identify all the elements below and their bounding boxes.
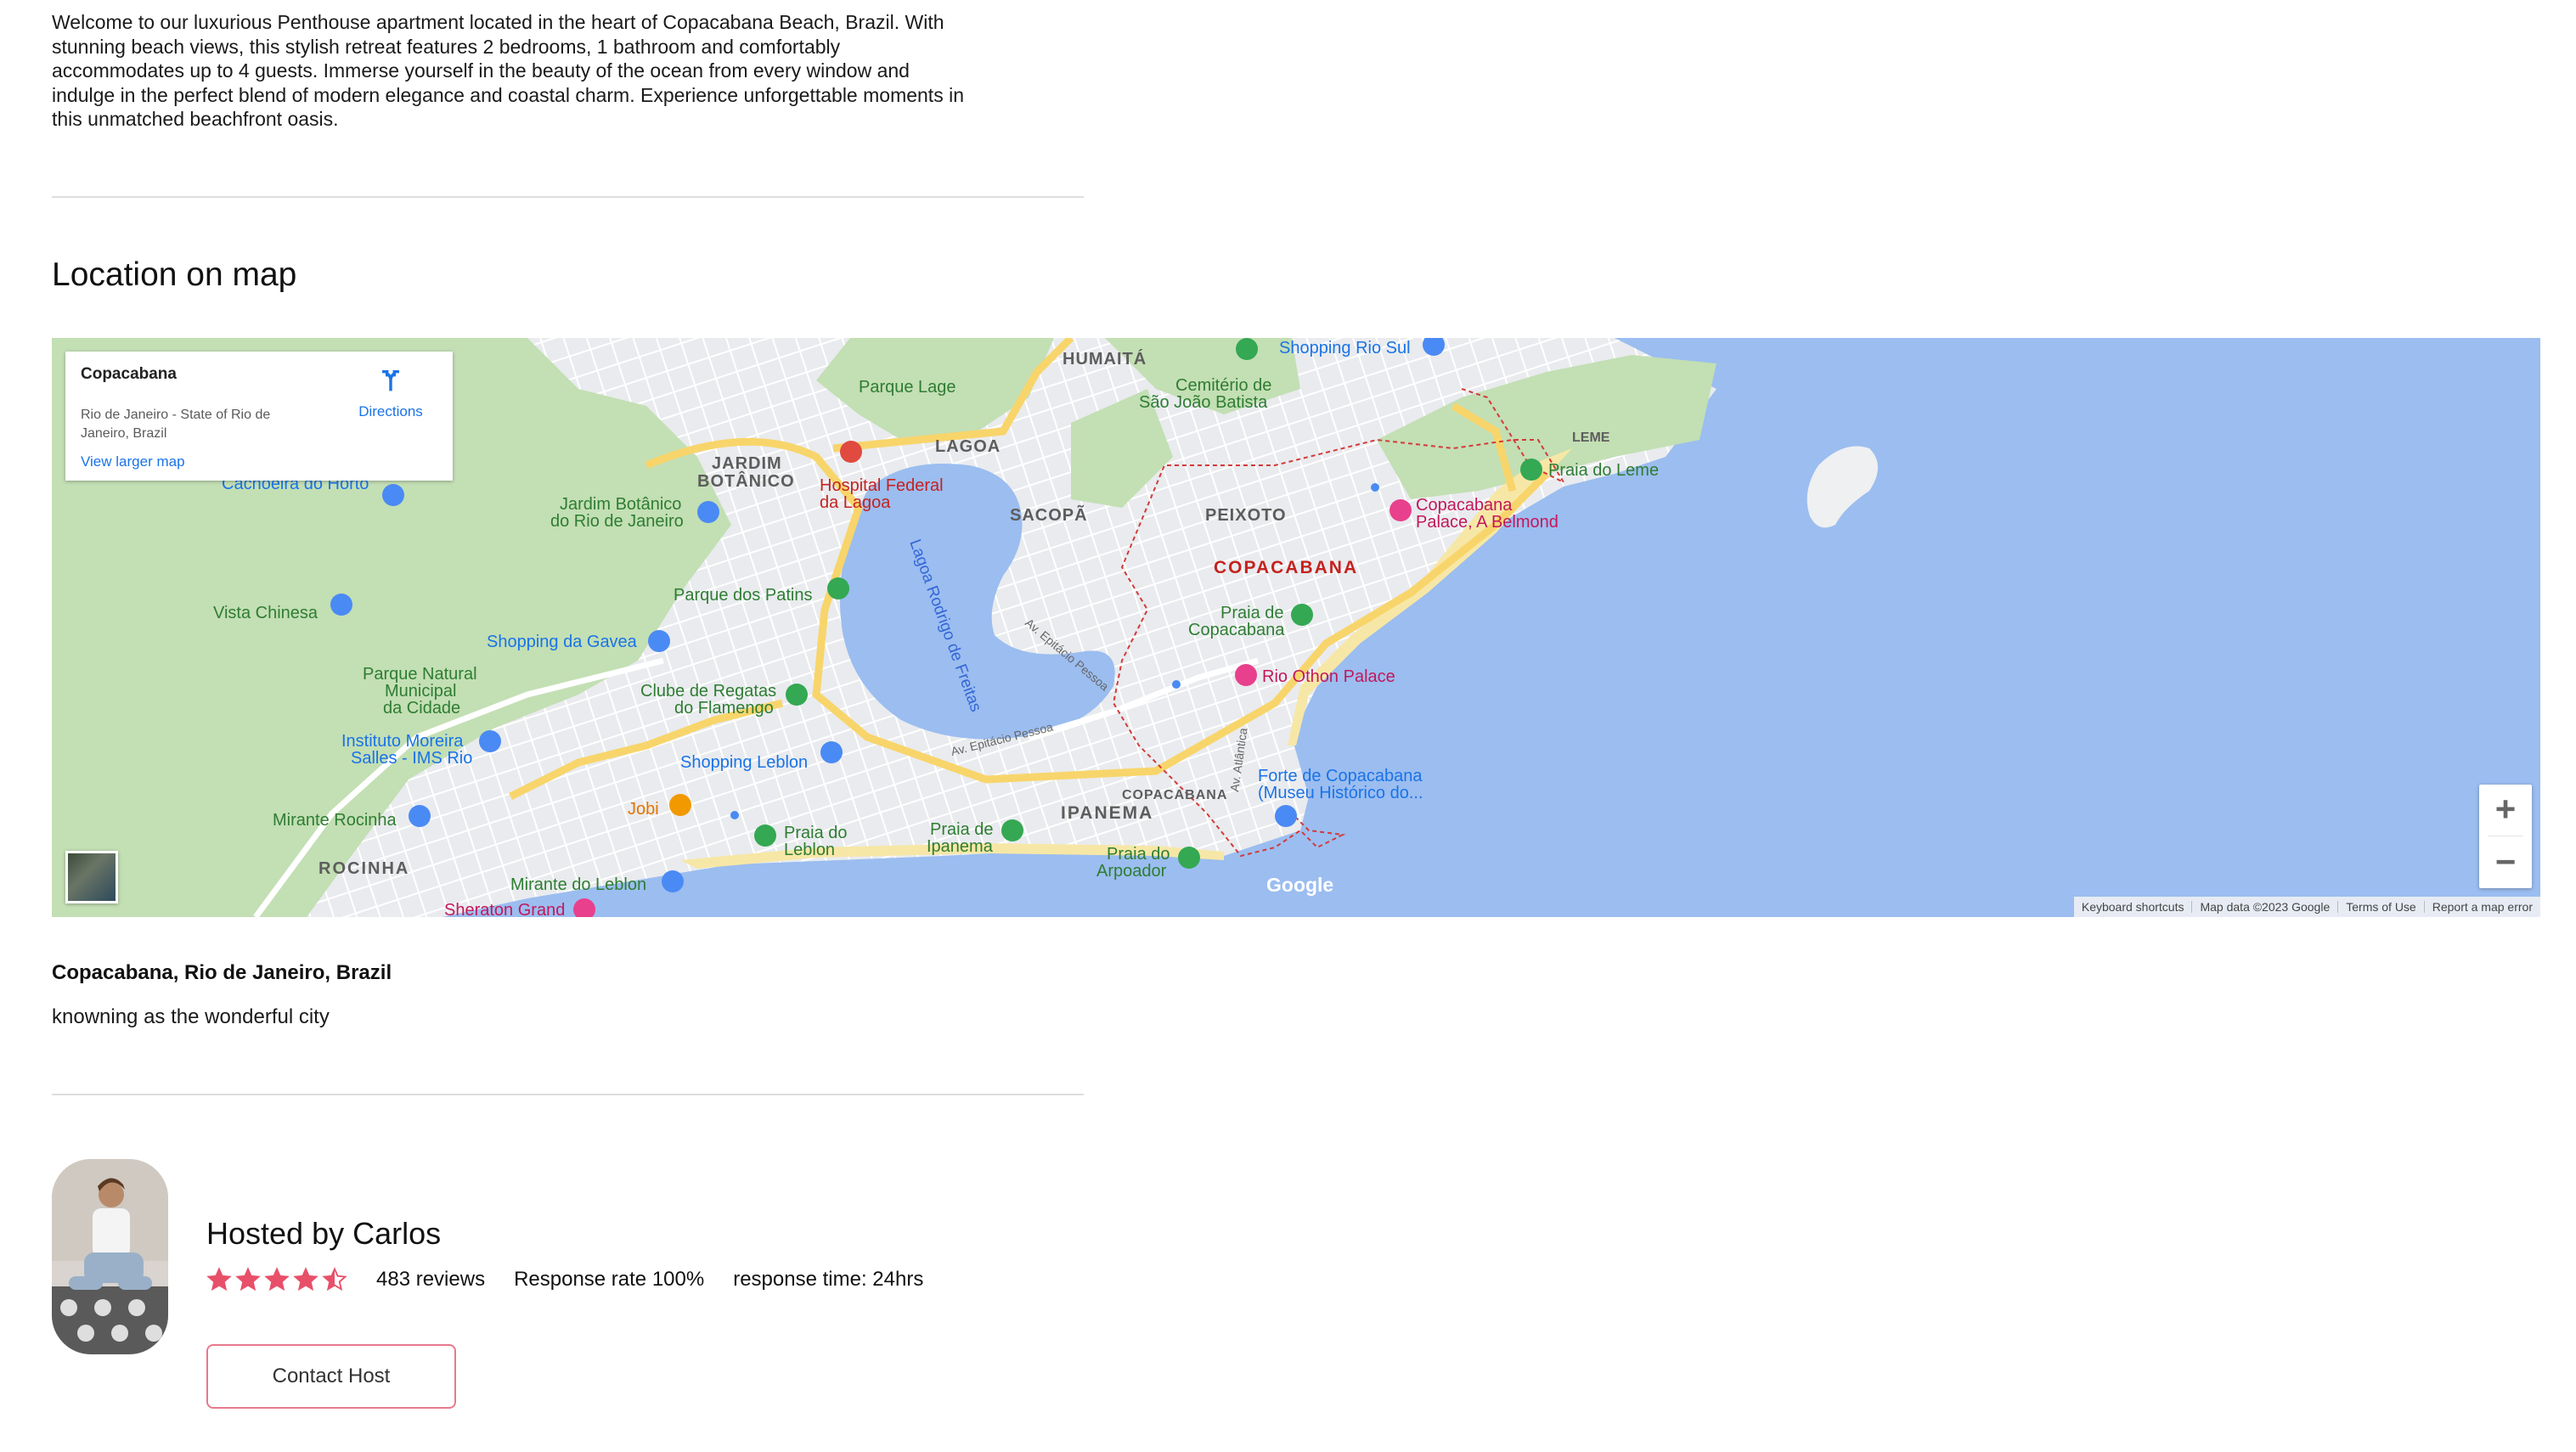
map-attribution: Keyboard shortcuts Map data ©2023 Google… [2073,897,2540,917]
map-label: Praia do [1107,845,1170,864]
map-label: Parque Lage [859,378,956,397]
host-stats: 483 reviews Response rate 100% response … [206,1265,952,1294]
location-subtitle: knowning as the wonderful city [52,1005,330,1028]
map-label: Praia do [784,824,848,842]
map-label: do Rio de Janeiro [550,512,684,531]
map-label: COPACABANA [1214,558,1358,577]
map-label: LEME [1572,431,1610,445]
star-icon [293,1267,318,1292]
map-label: Salles - IMS Rio [351,749,472,768]
map-label: Leblon [784,841,835,859]
map-label: Shopping Rio Sul [1279,339,1411,357]
map-label: Praia do Leme [1548,461,1659,480]
map-label: LAGOA [935,437,1001,456]
map-label: Vista Chinesa [213,604,318,622]
host-name: Hosted by Carlos [206,1216,442,1251]
report-error-link[interactable]: Report a map error [2425,900,2540,914]
google-logo: Google [1266,874,1333,896]
map-label: HUMAITÁ [1063,349,1147,369]
map-label: COPACABANA [1122,788,1227,802]
star-icon [206,1267,232,1292]
star-rating [206,1267,347,1292]
terms-link[interactable]: Terms of Use [2338,900,2423,914]
satellite-toggle[interactable] [65,851,118,903]
host-photo [52,1159,168,1354]
view-larger-map-link[interactable]: View larger map [81,453,185,470]
map-label: Jobi [628,800,659,819]
map-label: Copacabana [1416,496,1513,515]
map-label: Mirante do Leblon [510,875,646,894]
divider [52,1094,1084,1095]
map-label: Instituto Moreira [341,732,464,751]
map-label: Praia de [1220,604,1284,622]
zoom-in-button[interactable]: + [2479,785,2532,836]
directions-label: Directions [358,403,423,419]
map-label: JARDIM [712,454,782,473]
place-address: Rio de Janeiro - State of Rio de Janeiro… [81,408,271,441]
zoom-out-button[interactable]: − [2479,837,2532,888]
map-label: Praia de [930,820,994,839]
map-label: Rio Othon Palace [1262,667,1395,686]
map-label: da Cidade [383,699,460,718]
keyboard-shortcuts-link[interactable]: Keyboard shortcuts [2074,900,2192,914]
directions-icon [382,369,399,391]
star-icon [235,1267,261,1292]
response-time: response time: 24hrs [733,1268,924,1291]
directions-button[interactable]: Directions [352,367,429,420]
map-label: Copacabana [1188,621,1285,639]
map-label: Parque dos Patins [674,586,812,605]
map-label: ROCINHA [318,859,409,878]
map-data-text: Map data ©2023 Google [2200,900,2331,914]
listing-description: Welcome to our luxurious Penthouse apart… [52,11,964,130]
map-label: Parque Natural [363,665,477,684]
map-label: SACOPÃ [1010,505,1088,525]
review-count: 483 reviews [376,1268,486,1291]
host-avatar [52,1159,168,1354]
map-label: IPANEMA [1061,803,1153,823]
map-label: Hospital Federal [820,476,944,495]
map-label: Ipanema [927,837,994,856]
map-label: Clube de Regatas [640,682,776,701]
map-label: Cemitério de [1175,376,1271,395]
star-icon [322,1267,347,1292]
zoom-controls: + − [2479,785,2532,888]
place-card: Copacabana Rio de Janeiro - State of Rio… [65,352,453,481]
map-label: do Flamengo [674,699,774,718]
map-label: PEIXOTO [1205,506,1287,525]
place-name: Copacabana [81,365,177,383]
star-icon [264,1267,290,1292]
section-title: Location on map [52,256,297,293]
map-embed[interactable]: HUMAITÁ Shopping Rio Sul Parque Lage Cem… [52,338,2540,917]
map-label: São João Batista [1139,393,1268,412]
response-rate: Response rate 100% [514,1268,705,1291]
map-label: Palace, A Belmond [1416,513,1559,532]
map-label: Arpoador [1096,862,1167,881]
map-label: da Lagoa [820,493,891,512]
map-label: (Museu Histórico do... [1258,784,1423,802]
contact-host-button[interactable]: Contact Host [206,1344,456,1409]
map-label: BOTÂNICO [697,470,795,491]
map-label: Sheraton Grand [444,901,565,917]
map-label: Shopping da Gavea [487,633,638,651]
map-label: Forte de Copacabana [1258,767,1423,785]
map-label: Mirante Rocinha [273,811,397,830]
map-label: Shopping Leblon [680,753,808,772]
divider [52,196,1084,198]
map-label: Municipal [385,682,456,701]
map-label: Jardim Botânico [560,495,681,514]
location-title: Copacabana, Rio de Janeiro, Brazil [52,961,392,984]
